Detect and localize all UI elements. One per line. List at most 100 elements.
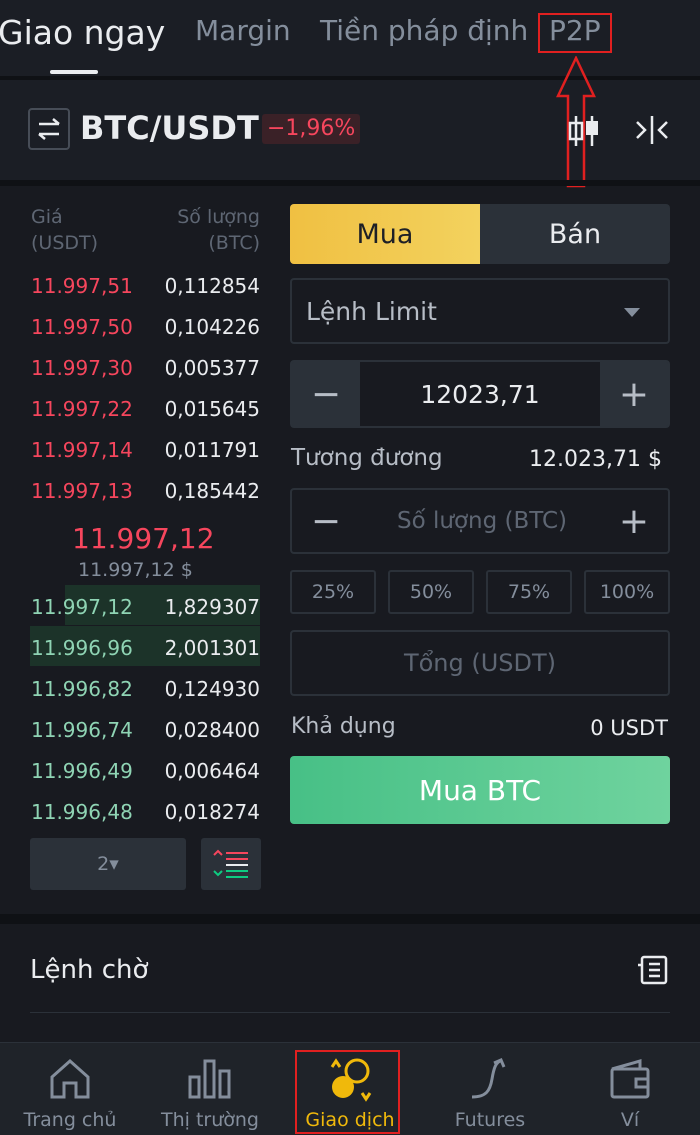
- bid-price: 11.997,12: [31, 595, 133, 619]
- last-price[interactable]: 11.997,12: [72, 522, 215, 555]
- bid-qty: 0,018274: [164, 800, 260, 824]
- nav-futures[interactable]: Futures: [420, 1043, 560, 1135]
- order-history-icon[interactable]: [636, 955, 668, 985]
- price-increase-button[interactable]: +: [600, 362, 668, 426]
- buy-tab[interactable]: Mua: [290, 204, 480, 264]
- pct-100-button[interactable]: 100%: [584, 570, 670, 614]
- ask-row[interactable]: 11.997,50 0,104226: [0, 305, 270, 345]
- swap-pair-button[interactable]: [28, 108, 70, 150]
- qty-header-label: Số lượng: [177, 206, 260, 228]
- total-placeholder: Tổng (USDT): [403, 649, 557, 677]
- trade-highlight-box: [295, 1050, 400, 1134]
- sell-tab[interactable]: Bán: [480, 204, 670, 264]
- ask-qty: 0,112854: [164, 274, 260, 298]
- price-header: Giá (USDT): [31, 204, 98, 256]
- ask-price: 11.997,30: [31, 356, 133, 380]
- p2p-highlight-box: [538, 13, 612, 53]
- bid-qty: 0,006464: [164, 759, 260, 783]
- ask-qty: 0,005377: [164, 356, 260, 380]
- bid-row[interactable]: 11.996,49 0,006464: [0, 749, 270, 789]
- bid-price: 11.996,96: [31, 636, 133, 660]
- nav-wallet[interactable]: Ví: [560, 1043, 700, 1135]
- ask-price: 11.997,13: [31, 479, 133, 503]
- nav-label: Trang chủ: [23, 1109, 117, 1131]
- price-header-label: Giá: [31, 206, 63, 228]
- bid-price: 11.996,74: [31, 718, 133, 742]
- bid-row[interactable]: 11.996,74 0,028400: [0, 708, 270, 748]
- markets-icon: [188, 1059, 231, 1099]
- equivalent-label: Tương đương: [291, 445, 443, 471]
- active-tab-indicator: [50, 70, 98, 74]
- collapse-icon[interactable]: [634, 114, 670, 146]
- nav-label: Ví: [620, 1109, 640, 1131]
- tab-spot[interactable]: Giao ngay: [0, 13, 165, 52]
- ask-price: 11.997,51: [31, 274, 133, 298]
- pct-25-button[interactable]: 25%: [290, 570, 376, 614]
- futures-icon: [471, 1058, 506, 1099]
- price-header-unit: (USDT): [31, 232, 99, 254]
- bid-row[interactable]: 11.996,48 0,018274: [0, 790, 270, 830]
- ask-price: 11.997,14: [31, 438, 133, 462]
- ask-price: 11.997,22: [31, 397, 133, 421]
- orderbook-mode-icon: [213, 849, 248, 878]
- bid-qty: 1,829307: [164, 595, 260, 619]
- ask-row[interactable]: 11.997,13 0,185442: [0, 469, 270, 509]
- ask-qty: 0,015645: [164, 397, 260, 421]
- ask-row[interactable]: 11.997,51 0,112854: [0, 264, 270, 304]
- bid-price: 11.996,48: [31, 800, 133, 824]
- buy-btc-button[interactable]: Mua BTC: [290, 756, 670, 824]
- bid-price: 11.996,49: [31, 759, 133, 783]
- ask-qty: 0,011791: [164, 438, 260, 462]
- quantity-stepper: − Số lượng (BTC) +: [290, 488, 670, 554]
- precision-select[interactable]: 2▾: [30, 838, 186, 890]
- divider: [0, 914, 700, 924]
- quantity-decrease-button[interactable]: −: [292, 490, 360, 552]
- ask-qty: 0,104226: [164, 315, 260, 339]
- divider: [30, 1012, 670, 1013]
- caret-down-icon: [624, 308, 640, 317]
- bid-row[interactable]: 11.996,82 0,124930: [0, 667, 270, 707]
- order-type-select[interactable]: Lệnh Limit: [290, 278, 670, 344]
- bid-qty: 0,124930: [164, 677, 260, 701]
- quantity-increase-button[interactable]: +: [600, 490, 668, 552]
- ask-row[interactable]: 11.997,30 0,005377: [0, 346, 270, 386]
- price-input[interactable]: 12023,71: [360, 362, 600, 426]
- available-value: 0 USDT: [590, 716, 668, 740]
- ask-row[interactable]: 11.997,14 0,011791: [0, 428, 270, 468]
- equivalent-value: 12.023,71 $: [529, 447, 662, 472]
- last-price-usd: 11.997,12 $: [78, 559, 193, 581]
- open-orders-title: Lệnh chờ: [30, 955, 149, 985]
- pct-50-button[interactable]: 50%: [388, 570, 474, 614]
- divider: [0, 180, 700, 186]
- bid-qty: 2,001301: [164, 636, 260, 660]
- swap-icon: [38, 118, 60, 140]
- qty-header: Số lượng (BTC): [150, 204, 260, 256]
- candlestick-chart-icon[interactable]: [566, 114, 602, 148]
- ask-price: 11.997,50: [31, 315, 133, 339]
- price-stepper: − 12023,71 +: [290, 360, 670, 428]
- home-icon: [50, 1058, 90, 1099]
- bid-qty: 0,028400: [164, 718, 260, 742]
- buy-sell-toggle: Mua Bán: [290, 204, 670, 264]
- wallet-icon: [610, 1059, 650, 1099]
- bid-price: 11.996,82: [31, 677, 133, 701]
- nav-markets[interactable]: Thị trường: [140, 1043, 280, 1135]
- pair-name[interactable]: BTC/USDT: [80, 109, 259, 147]
- ask-row[interactable]: 11.997,22 0,015645: [0, 387, 270, 427]
- pct-75-button[interactable]: 75%: [486, 570, 572, 614]
- tab-fiat[interactable]: Tiền pháp định: [320, 14, 528, 47]
- nav-home[interactable]: Trang chủ: [0, 1043, 140, 1135]
- quantity-input[interactable]: Số lượng (BTC): [362, 490, 602, 552]
- orderbook-mode-button[interactable]: [201, 838, 261, 890]
- order-type-label: Lệnh Limit: [306, 297, 437, 326]
- ask-qty: 0,185442: [164, 479, 260, 503]
- tab-margin[interactable]: Margin: [195, 14, 291, 47]
- bid-row[interactable]: 11.996,96 2,001301: [0, 626, 270, 666]
- available-label: Khả dụng: [291, 714, 396, 739]
- price-decrease-button[interactable]: −: [292, 362, 360, 426]
- bid-row[interactable]: 11.997,12 1,829307: [0, 585, 270, 625]
- total-input[interactable]: Tổng (USDT): [290, 630, 670, 696]
- qty-header-unit: (BTC): [208, 232, 260, 254]
- nav-label: Thị trường: [161, 1109, 259, 1131]
- nav-label: Futures: [454, 1109, 526, 1131]
